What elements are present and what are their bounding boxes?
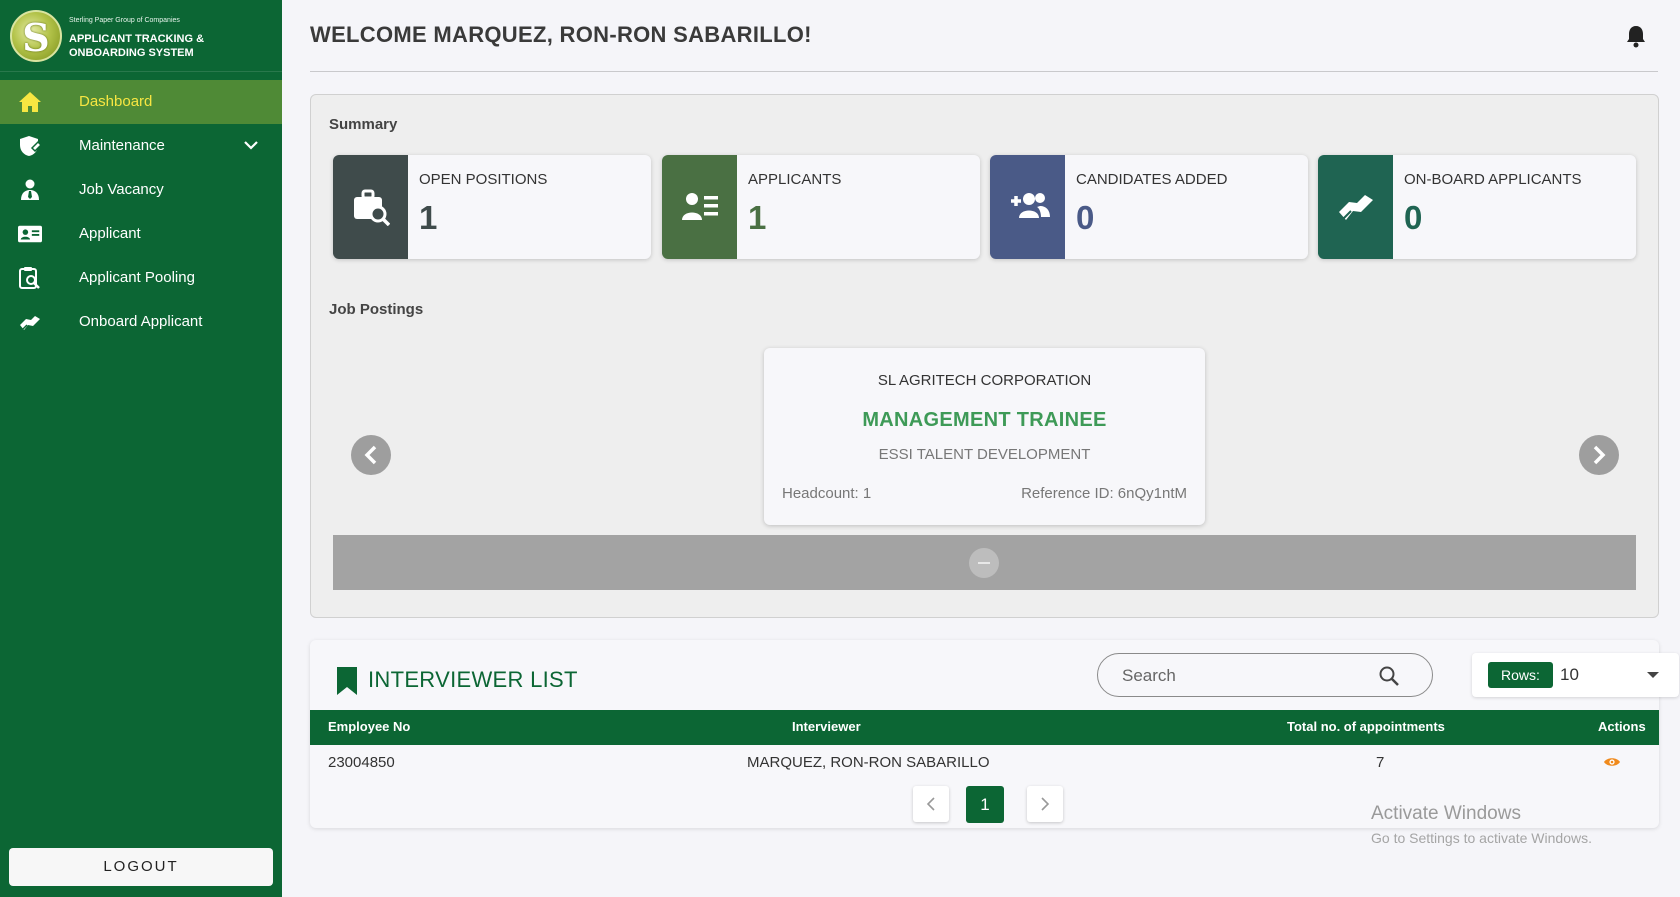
card-icon-bg xyxy=(662,155,737,259)
cell-appointments: 7 xyxy=(1376,754,1385,771)
sidebar-item-maintenance[interactable]: Maintenance xyxy=(0,124,282,168)
company-logo: S xyxy=(10,10,62,62)
brand-title: APPLICANT TRACKING & ONBOARDING SYSTEM xyxy=(69,33,205,59)
sidebar: S Sterling Paper Group of Companies APPL… xyxy=(0,0,282,897)
page-title: WELCOME MARQUEZ, RON-RON SABARILLO! xyxy=(310,22,812,47)
card-value: 1 xyxy=(419,199,438,236)
rows-label: Rows: xyxy=(1488,662,1553,688)
search-icon[interactable] xyxy=(1378,665,1400,687)
brand-header: S Sterling Paper Group of Companies APPL… xyxy=(0,0,282,72)
sidebar-item-onboard-applicant[interactable]: Onboard Applicant xyxy=(0,300,282,344)
home-icon xyxy=(19,92,41,112)
carousel-next-button[interactable] xyxy=(1579,435,1619,475)
windows-activation-hint: Go to Settings to activate Windows. xyxy=(1371,830,1592,846)
chevron-down-icon[interactable] xyxy=(243,137,259,153)
applicants-card[interactable]: APPLICANTS 1 xyxy=(662,155,980,259)
bell-icon[interactable] xyxy=(1625,24,1647,48)
job-position: MANAGEMENT TRAINEE xyxy=(862,409,1107,431)
sidebar-item-label: Applicant xyxy=(79,225,141,242)
card-icon-bg xyxy=(333,155,408,259)
handshake-icon xyxy=(1339,195,1373,224)
job-department: ESSI TALENT DEVELOPMENT xyxy=(878,446,1091,463)
card-value: 0 xyxy=(1404,199,1423,236)
search-field[interactable] xyxy=(1097,653,1433,697)
cell-employee-no: 23004850 xyxy=(328,754,395,771)
pagination-prev-button[interactable] xyxy=(913,786,949,822)
open-positions-card[interactable]: OPEN POSITIONS 1 xyxy=(333,155,651,259)
carousel-prev-button[interactable] xyxy=(351,435,391,475)
cell-interviewer: MARQUEZ, RON-RON SABARILLO xyxy=(747,754,990,771)
sidebar-item-applicant[interactable]: Applicant xyxy=(0,212,282,256)
pagination-page-button[interactable]: 1 xyxy=(966,786,1004,823)
job-company: SL AGRITECH CORPORATION xyxy=(877,372,1092,389)
sidebar-item-label: Maintenance xyxy=(79,137,165,154)
card-label: APPLICANTS xyxy=(748,171,842,188)
card-icon-bg xyxy=(1318,155,1393,259)
card-value: 0 xyxy=(1076,199,1095,236)
caret-down-icon xyxy=(1647,672,1659,678)
sidebar-nav: Dashboard Maintenance Job Vacancy Applic… xyxy=(0,80,282,344)
column-header: Actions xyxy=(1598,719,1646,734)
job-posting-card[interactable]: SL AGRITECH CORPORATION MANAGEMENT TRAIN… xyxy=(764,348,1205,525)
rows-value: 10 xyxy=(1560,665,1579,684)
briefcase-search-icon xyxy=(354,189,390,226)
candidates-added-card[interactable]: CANDIDATES ADDED 0 xyxy=(990,155,1308,259)
main-content: WELCOME MARQUEZ, RON-RON SABARILLO! Summ… xyxy=(282,0,1680,897)
sidebar-item-label: Dashboard xyxy=(79,93,153,110)
carousel-indicator-bar xyxy=(333,535,1636,590)
sidebar-item-label: Applicant Pooling xyxy=(79,269,195,286)
column-header: Total no. of appointments xyxy=(1287,719,1445,734)
onboard-applicants-card[interactable]: ON-BOARD APPLICANTS 0 xyxy=(1318,155,1636,259)
rows-per-page-select[interactable]: Rows: 10 xyxy=(1472,653,1679,697)
interviewer-list-panel: INTERVIEWER LIST Rows: 10 Employee No In… xyxy=(310,640,1679,828)
user-list-icon xyxy=(682,193,718,220)
card-label: ON-BOARD APPLICANTS xyxy=(1404,171,1582,188)
chevron-left-icon xyxy=(364,445,377,465)
interviewer-list-title: INTERVIEWER LIST xyxy=(368,667,578,692)
job-postings-title: Job Postings xyxy=(329,301,424,318)
card-icon-bg xyxy=(990,155,1065,259)
shield-icon xyxy=(20,136,42,156)
job-reference-id: Reference ID: 6nQy1ntM xyxy=(1021,485,1187,502)
card-label: OPEN POSITIONS xyxy=(419,171,548,188)
chevron-left-icon xyxy=(926,797,935,811)
bookmark-icon xyxy=(337,667,357,695)
table-header: Employee No Interviewer Total no. of app… xyxy=(310,710,1659,745)
chevron-right-icon xyxy=(1041,797,1050,811)
clipboard-search-icon xyxy=(19,267,40,289)
handshake-icon xyxy=(20,316,40,331)
dashboard-panel: Summary OPEN POSITIONS 1 APPLICANTS 1 CA… xyxy=(310,94,1659,618)
logout-button[interactable]: LOGOUT xyxy=(9,848,273,886)
windows-activation-watermark: Activate Windows xyxy=(1371,803,1521,824)
search-input[interactable] xyxy=(1122,664,1372,688)
card-value: 1 xyxy=(748,199,767,236)
card-label: CANDIDATES ADDED xyxy=(1076,171,1228,188)
sidebar-item-applicant-pooling[interactable]: Applicant Pooling xyxy=(0,256,282,300)
carousel-dot[interactable] xyxy=(969,548,999,578)
user-plus-icon xyxy=(1011,193,1050,218)
eye-icon[interactable] xyxy=(1603,756,1621,768)
person-tie-icon xyxy=(21,179,39,200)
id-card-icon xyxy=(18,225,42,243)
sidebar-item-label: Job Vacancy xyxy=(79,181,164,198)
sidebar-item-label: Onboard Applicant xyxy=(79,313,203,330)
summary-title: Summary xyxy=(329,116,398,133)
chevron-right-icon xyxy=(1593,445,1606,465)
sidebar-item-dashboard[interactable]: Dashboard xyxy=(0,80,282,124)
sidebar-item-job-vacancy[interactable]: Job Vacancy xyxy=(0,168,282,212)
brand-subtitle: Sterling Paper Group of Companies xyxy=(69,17,180,24)
divider xyxy=(310,71,1658,72)
column-header: Interviewer xyxy=(792,719,861,734)
job-headcount: Headcount: 1 xyxy=(782,485,872,502)
pagination-next-button[interactable] xyxy=(1027,786,1063,822)
column-header: Employee No xyxy=(328,719,411,734)
